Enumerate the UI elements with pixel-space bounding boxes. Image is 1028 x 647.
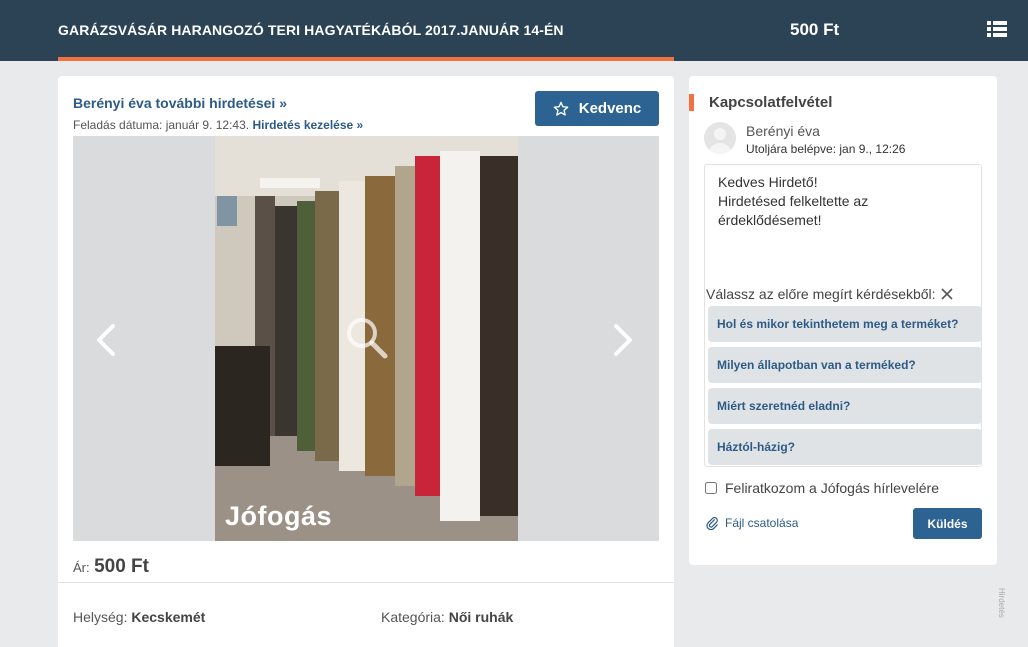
location-label: Helység: [73,609,128,625]
send-button[interactable]: Küldés [913,508,982,539]
category-label: Kategória: [381,609,445,625]
scroll-progress-fill [58,57,674,61]
ad-label: Hirdetés [997,588,1006,618]
posted-date: Feladás dátuma: január 9. 12:43. Hirdeté… [73,118,363,132]
message-text[interactable]: Kedves Hirdető! Hirdetésed felkeltette a… [718,173,958,230]
user-icon [709,128,731,154]
chevron-right-icon[interactable] [610,322,636,358]
price-value: 500 Ft [94,556,149,577]
preset-question[interactable]: Háztól-házig? [708,429,982,465]
preset-question[interactable]: Miért szeretnéd eladni? [708,388,982,424]
category-value: Női ruhák [448,609,514,625]
scroll-progress-bar [58,57,674,61]
price-row: Ár: 500 Ft [73,556,149,578]
favorite-label: Kedvenc [578,100,642,117]
divider [58,582,674,583]
contact-title: Kapcsolatfelvétel [689,94,832,111]
attach-label: Fájl csatolása [725,516,799,530]
last-login: Utoljára belépve: jan 9., 12:26 [746,142,906,156]
message-textarea[interactable]: Kedves Hirdető! Hirdetésed felkeltette a… [704,164,982,467]
preset-question[interactable]: Milyen állapotban van a terméked? [708,347,982,383]
seller-name: Berényi éva [746,123,820,139]
favorite-button[interactable]: Kedvenc [535,91,659,126]
preset-questions-label: Válassz az előre megírt kérdésekből: [706,286,936,302]
preset-question[interactable]: Hol és mikor tekinthetem meg a terméket? [708,306,982,342]
listing-title: GARÁZSVÁSÁR HARANGOZÓ TERI HAGYATÉKÁBÓL … [58,22,564,38]
price-label: Ár: [73,560,90,575]
posted-date-label: Feladás dátuma: január 9. 12:43. [73,118,250,132]
close-icon[interactable] [940,287,954,301]
newsletter-label: Feliratkozom a Jófogás hírlevelére [725,480,939,496]
star-icon [553,101,569,116]
header-price: 500 Ft [790,20,840,39]
listing-card: Berényi éva további hirdetései » Feladás… [58,76,674,647]
zoom-icon[interactable] [342,313,390,361]
listing-photo[interactable]: Jófogás [215,136,518,541]
location-value: Kecskemét [131,609,206,625]
attach-file-link[interactable]: Fájl csatolása [706,516,798,530]
photo-gallery[interactable]: Jófogás [73,136,659,541]
seller-other-ads-link[interactable]: Berényi éva további hirdetései » [73,95,287,111]
manage-ad-link[interactable]: Hirdetés kezelése » [252,118,363,132]
watermark: Jófogás [225,501,333,531]
location: Helység: Kecskemét [73,609,205,625]
top-bar: GARÁZSVÁSÁR HARANGOZÓ TERI HAGYATÉKÁBÓL … [0,0,1028,61]
chevron-left-icon[interactable] [93,322,119,358]
category: Kategória: Női ruhák [381,609,513,625]
newsletter-checkbox[interactable] [705,482,717,494]
paperclip-icon [706,516,718,530]
newsletter-option[interactable]: Feliratkozom a Jófogás hírlevelére [705,480,939,496]
contact-card: Kapcsolatfelvétel Berényi éva Utoljára b… [689,76,997,565]
list-icon[interactable] [987,21,1007,37]
avatar [704,122,736,154]
